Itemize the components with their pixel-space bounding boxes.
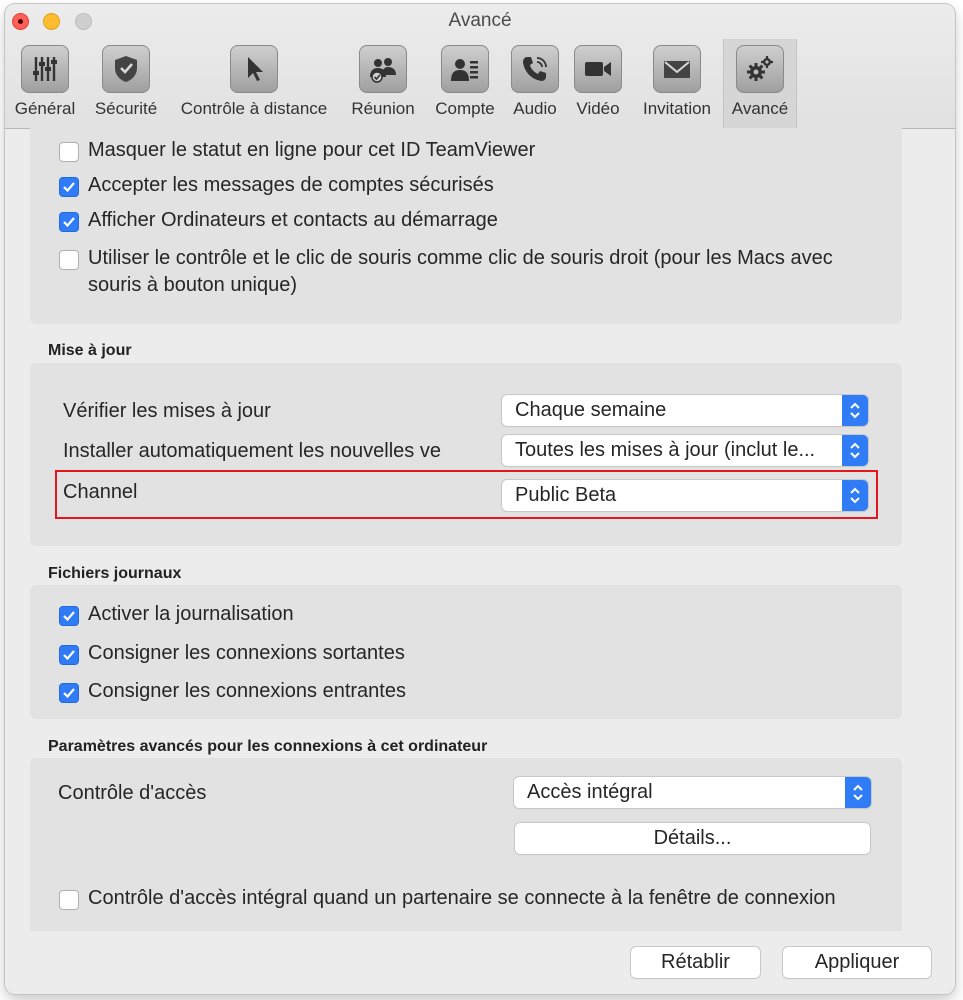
preferences-content: Masquer le statut en ligne pour cet ID T… [5, 128, 955, 931]
option-hide-online-status[interactable]: Masquer le statut en ligne pour cet ID T… [59, 139, 535, 164]
select-value: Chaque semaine [515, 399, 667, 421]
section-title-advanced: Paramètres avancés pour les connexions à… [48, 738, 488, 755]
checkmark-icon [63, 650, 75, 661]
window-title: Avancé [448, 10, 512, 31]
access-control-select[interactable]: Accès intégral [514, 777, 871, 808]
option-enable-logging[interactable]: Activer la journalisation [59, 603, 294, 628]
tab-remote-control[interactable]: Contrôle à distance [169, 39, 339, 128]
tab-security[interactable]: Sécurité [87, 39, 165, 128]
reset-button[interactable]: Rétablir [631, 947, 760, 978]
checkmark-icon [63, 688, 75, 699]
select-value: Toutes les mises à jour (inclut le... [515, 439, 816, 461]
checkbox-label: Consigner les connexions sortantes [88, 642, 405, 664]
section-title-logs: Fichiers journaux [48, 565, 182, 582]
tab-label: Réunion [351, 99, 415, 118]
preferences-window: Avancé Général Sécurité Contrôle à dista… [5, 4, 955, 994]
phone-icon [511, 45, 559, 93]
shield-icon [102, 45, 150, 93]
tab-invitation[interactable]: Invitation [633, 39, 721, 128]
checkbox[interactable] [59, 250, 79, 270]
account-card-icon [441, 45, 489, 93]
channel-highlight-box [55, 470, 878, 519]
chevron-updown-icon [842, 395, 868, 426]
option-log-incoming[interactable]: Consigner les connexions entrantes [59, 680, 406, 705]
section-title-update: Mise à jour [48, 342, 132, 359]
details-button[interactable]: Détails... [515, 823, 870, 854]
option-ctrl-click-right-click[interactable]: Utiliser le contrôle et le clic de souri… [59, 247, 859, 299]
option-log-outgoing[interactable]: Consigner les connexions sortantes [59, 642, 405, 667]
chevron-updown-icon [845, 777, 871, 808]
option-accept-secure-messages[interactable]: Accepter les messages de comptes sécuris… [59, 174, 494, 199]
option-full-access-login-window[interactable]: Contrôle d'accès intégral quand un parte… [59, 887, 839, 912]
gears-icon [736, 45, 784, 93]
tab-account[interactable]: Compte [425, 39, 505, 128]
access-control-label: Contrôle d'accès [58, 782, 207, 804]
tab-label: Compte [435, 99, 495, 118]
checkbox-label: Contrôle d'accès intégral quand un parte… [88, 887, 836, 909]
cursor-icon [230, 45, 278, 93]
tab-general[interactable]: Général [7, 39, 83, 128]
checkbox-label: Utiliser le contrôle et le clic de souri… [88, 247, 833, 296]
toolbar: Avancé Général Sécurité Contrôle à dista… [5, 4, 955, 129]
sliders-icon [21, 45, 69, 93]
select-value: Accès intégral [527, 781, 653, 803]
auto-install-label: Installer automatiquement les nouvelles … [63, 440, 441, 462]
tab-label: Vidéo [576, 99, 620, 118]
tab-label: Sécurité [94, 99, 158, 118]
checkbox[interactable] [59, 606, 79, 626]
check-updates-select[interactable]: Chaque semaine [502, 395, 868, 426]
tab-video[interactable]: Vidéo [566, 39, 630, 128]
tab-label: Audio [513, 99, 557, 118]
checkmark-icon [63, 182, 75, 193]
auto-install-select[interactable]: Toutes les mises à jour (inclut le... [502, 435, 868, 466]
apply-button[interactable]: Appliquer [783, 947, 931, 978]
checkbox[interactable] [59, 177, 79, 197]
checkmark-icon [63, 611, 75, 622]
tab-advanced[interactable]: Avancé [723, 39, 797, 128]
people-icon [359, 45, 407, 93]
checkbox-label: Masquer le statut en ligne pour cet ID T… [88, 139, 536, 161]
envelope-icon [653, 45, 701, 93]
checkmark-icon [63, 217, 75, 228]
tab-label: Invitation [642, 99, 712, 118]
checkbox-label: Activer la journalisation [88, 603, 294, 625]
checkbox-label: Afficher Ordinateurs et contacts au déma… [88, 209, 498, 231]
checkbox[interactable] [59, 212, 79, 232]
option-show-computers-contacts[interactable]: Afficher Ordinateurs et contacts au déma… [59, 209, 498, 234]
checkbox[interactable] [59, 142, 79, 162]
checkbox-label: Consigner les connexions entrantes [88, 680, 406, 702]
tab-meeting[interactable]: Réunion [343, 39, 423, 128]
checkbox[interactable] [59, 890, 79, 910]
tab-label: Contrôle à distance [180, 99, 328, 118]
check-updates-label: Vérifier les mises à jour [63, 400, 271, 422]
checkbox[interactable] [59, 645, 79, 665]
checkbox[interactable] [59, 683, 79, 703]
chevron-updown-icon [842, 435, 868, 466]
checkbox-label: Accepter les messages de comptes sécuris… [88, 174, 494, 196]
video-camera-icon [574, 45, 622, 93]
tab-label: Général [14, 99, 76, 118]
tab-audio[interactable]: Audio [507, 39, 563, 128]
tab-label: Avancé [731, 99, 789, 118]
